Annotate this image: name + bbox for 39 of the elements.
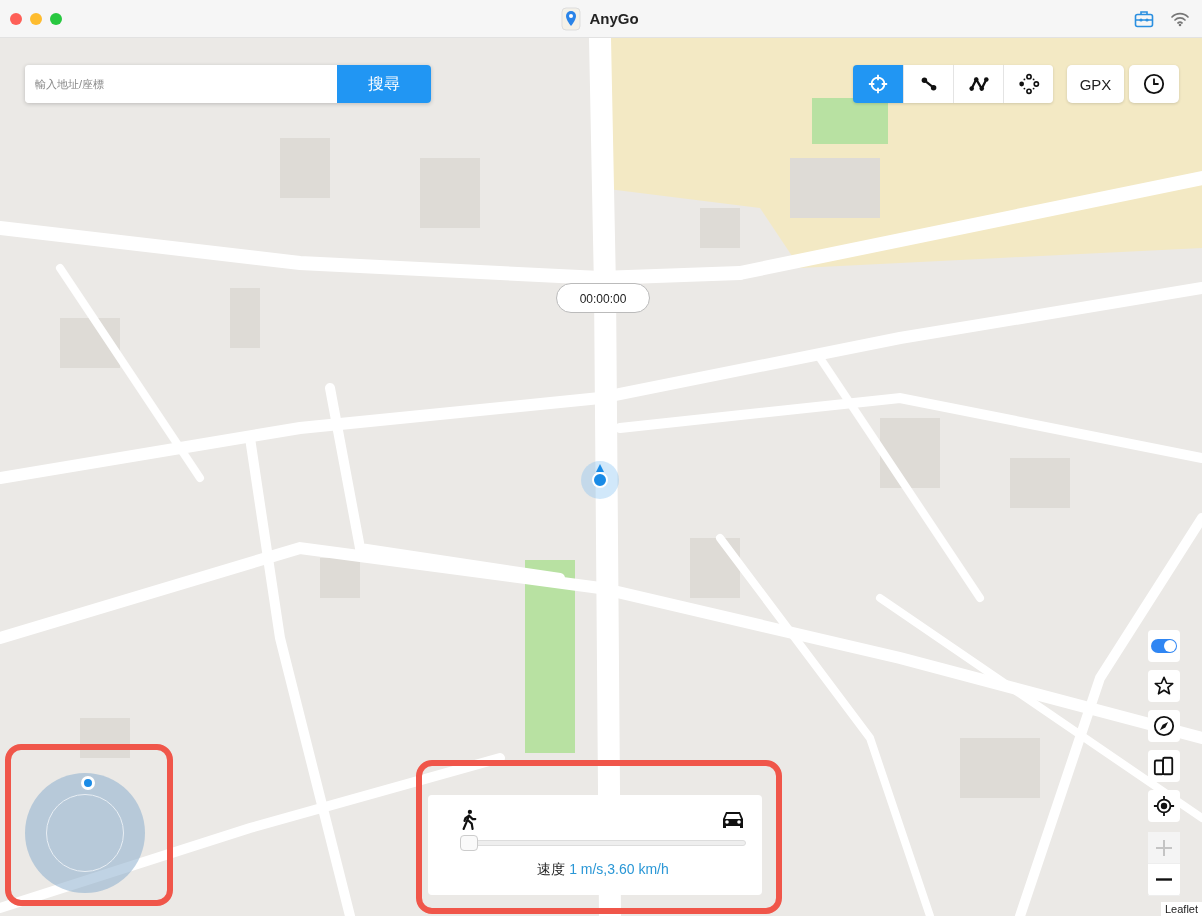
gpx-button[interactable]: GPX	[1067, 65, 1124, 103]
speed-slider[interactable]	[460, 835, 746, 851]
close-button[interactable]	[10, 12, 22, 25]
zoom-button[interactable]	[50, 12, 62, 25]
building-block	[690, 538, 740, 598]
wifi-icon[interactable]	[1170, 10, 1190, 27]
minus-icon	[1155, 878, 1173, 881]
building-block	[880, 418, 940, 488]
devices-button[interactable]	[1148, 750, 1180, 782]
mode-tab[interactable]	[1003, 65, 1053, 103]
history-button[interactable]	[1129, 65, 1179, 103]
phones-icon	[1153, 755, 1175, 777]
toolbox-icon[interactable]	[1134, 9, 1154, 28]
walking-person-icon	[460, 809, 478, 831]
mode-tab[interactable]	[903, 65, 953, 103]
timer-display: 00:00:00	[556, 283, 650, 313]
search-field[interactable]: 輸入地址/座標	[25, 65, 337, 103]
car-icon	[720, 809, 746, 831]
map-pin-icon	[561, 6, 582, 31]
crosshair-icon	[867, 73, 889, 95]
dots-circle-icon	[1017, 73, 1040, 95]
location-marker-icon	[580, 460, 620, 500]
favorites-button[interactable]	[1148, 670, 1180, 702]
locate-button[interactable]	[1148, 790, 1180, 822]
toggle-button[interactable]	[1148, 630, 1180, 662]
toggle-switch[interactable]	[1151, 639, 1177, 653]
slider-thumb[interactable]	[460, 835, 478, 851]
attribution-link[interactable]: Leaflet	[1160, 902, 1202, 916]
building-block	[320, 558, 360, 598]
clock-icon	[1143, 73, 1165, 95]
compass-button[interactable]	[1148, 710, 1180, 742]
plus-icon	[1155, 838, 1173, 857]
window-title: AnyGo	[589, 10, 639, 27]
target-icon	[1153, 795, 1175, 817]
speed-reading: 速度 1 m/s,3.60 km/h	[536, 861, 670, 879]
joystick-knob[interactable]	[81, 776, 95, 790]
mode-tab[interactable]	[953, 65, 1003, 103]
compass-icon	[1153, 715, 1175, 737]
star-icon	[1153, 675, 1175, 697]
